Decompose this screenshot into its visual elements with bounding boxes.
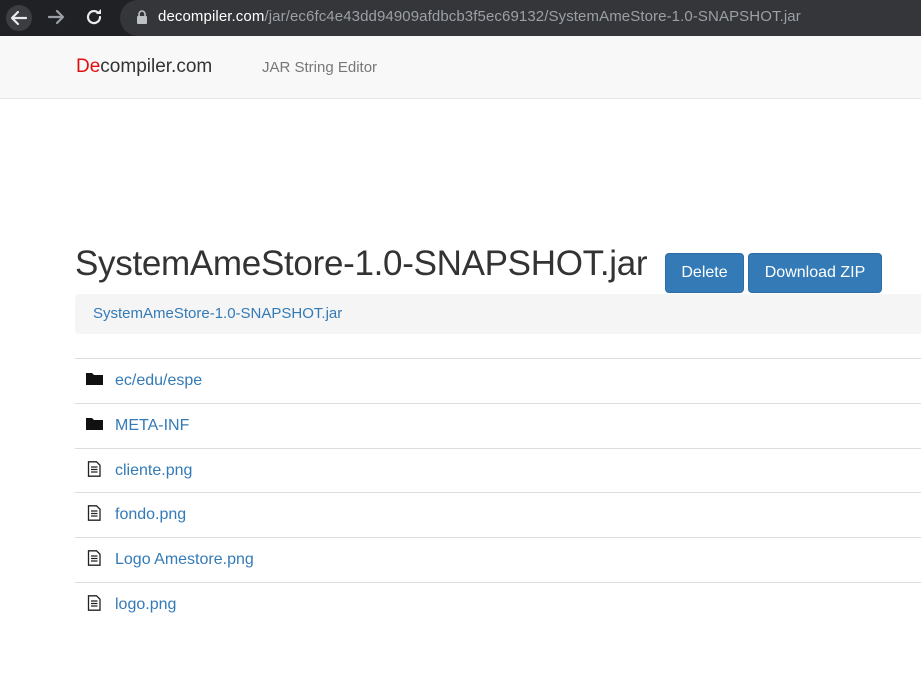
brand-accent: De xyxy=(76,56,101,77)
file-row-ec-edu-espe[interactable]: ec/edu/espe xyxy=(75,358,921,403)
breadcrumb: SystemAmeStore-1.0-SNAPSHOT.jar xyxy=(75,294,921,334)
delete-button[interactable]: Delete xyxy=(665,253,744,293)
file-icon xyxy=(87,505,101,522)
file-link[interactable]: fondo.png xyxy=(115,506,186,524)
url-path: /jar/ec6fc4e43dd94909afdbcb3f5ec69132/Sy… xyxy=(264,8,801,25)
file-row-meta-inf[interactable]: META-INF xyxy=(75,402,921,448)
reload-icon xyxy=(86,9,102,25)
folder-icon xyxy=(86,417,103,430)
file-link[interactable]: cliente.png xyxy=(115,462,192,480)
file-row-cliente-png[interactable]: cliente.png xyxy=(75,447,921,493)
brand-logo[interactable]: Decompiler.com xyxy=(76,56,212,78)
arrow-left-icon xyxy=(10,10,28,26)
address-url: decompiler.com/jar/ec6fc4e43dd94909afdbc… xyxy=(158,8,801,25)
browser-toolbar: decompiler.com/jar/ec6fc4e43dd94909afdbc… xyxy=(0,0,921,36)
forward-button[interactable] xyxy=(44,5,68,29)
arrow-right-icon xyxy=(47,9,65,25)
file-link[interactable]: logo.png xyxy=(115,596,176,614)
download-zip-button[interactable]: Download ZIP xyxy=(748,253,882,293)
file-list: ec/edu/espe META-INF cliente.png fondo.p… xyxy=(75,358,921,627)
nav-link-jar-string-editor[interactable]: JAR String Editor xyxy=(262,59,377,76)
page-title: SystemAmeStore-1.0-SNAPSHOT.jar xyxy=(75,244,648,283)
lock-icon xyxy=(137,10,147,24)
back-button[interactable] xyxy=(6,5,32,31)
file-icon xyxy=(87,595,101,611)
file-icon xyxy=(87,550,101,567)
breadcrumb-link[interactable]: SystemAmeStore-1.0-SNAPSHOT.jar xyxy=(93,305,342,322)
reload-button[interactable] xyxy=(82,5,106,29)
file-link[interactable]: ec/edu/espe xyxy=(115,372,202,390)
file-link[interactable]: Logo Amestore.png xyxy=(115,551,254,569)
url-host: decompiler.com xyxy=(158,8,265,25)
folder-icon xyxy=(86,373,103,385)
file-icon xyxy=(87,460,101,477)
file-row-logo-png[interactable]: logo.png xyxy=(75,581,921,627)
address-bar[interactable]: decompiler.com/jar/ec6fc4e43dd94909afdbc… xyxy=(120,0,921,36)
file-row-fondo-png[interactable]: fondo.png xyxy=(75,492,921,537)
site-navbar: Decompiler.com JAR String Editor xyxy=(0,36,921,99)
file-row-logo-amestore-png[interactable]: Logo Amestore.png xyxy=(75,537,921,582)
brand-rest: compiler.com xyxy=(100,56,213,77)
file-link[interactable]: META-INF xyxy=(115,417,189,435)
